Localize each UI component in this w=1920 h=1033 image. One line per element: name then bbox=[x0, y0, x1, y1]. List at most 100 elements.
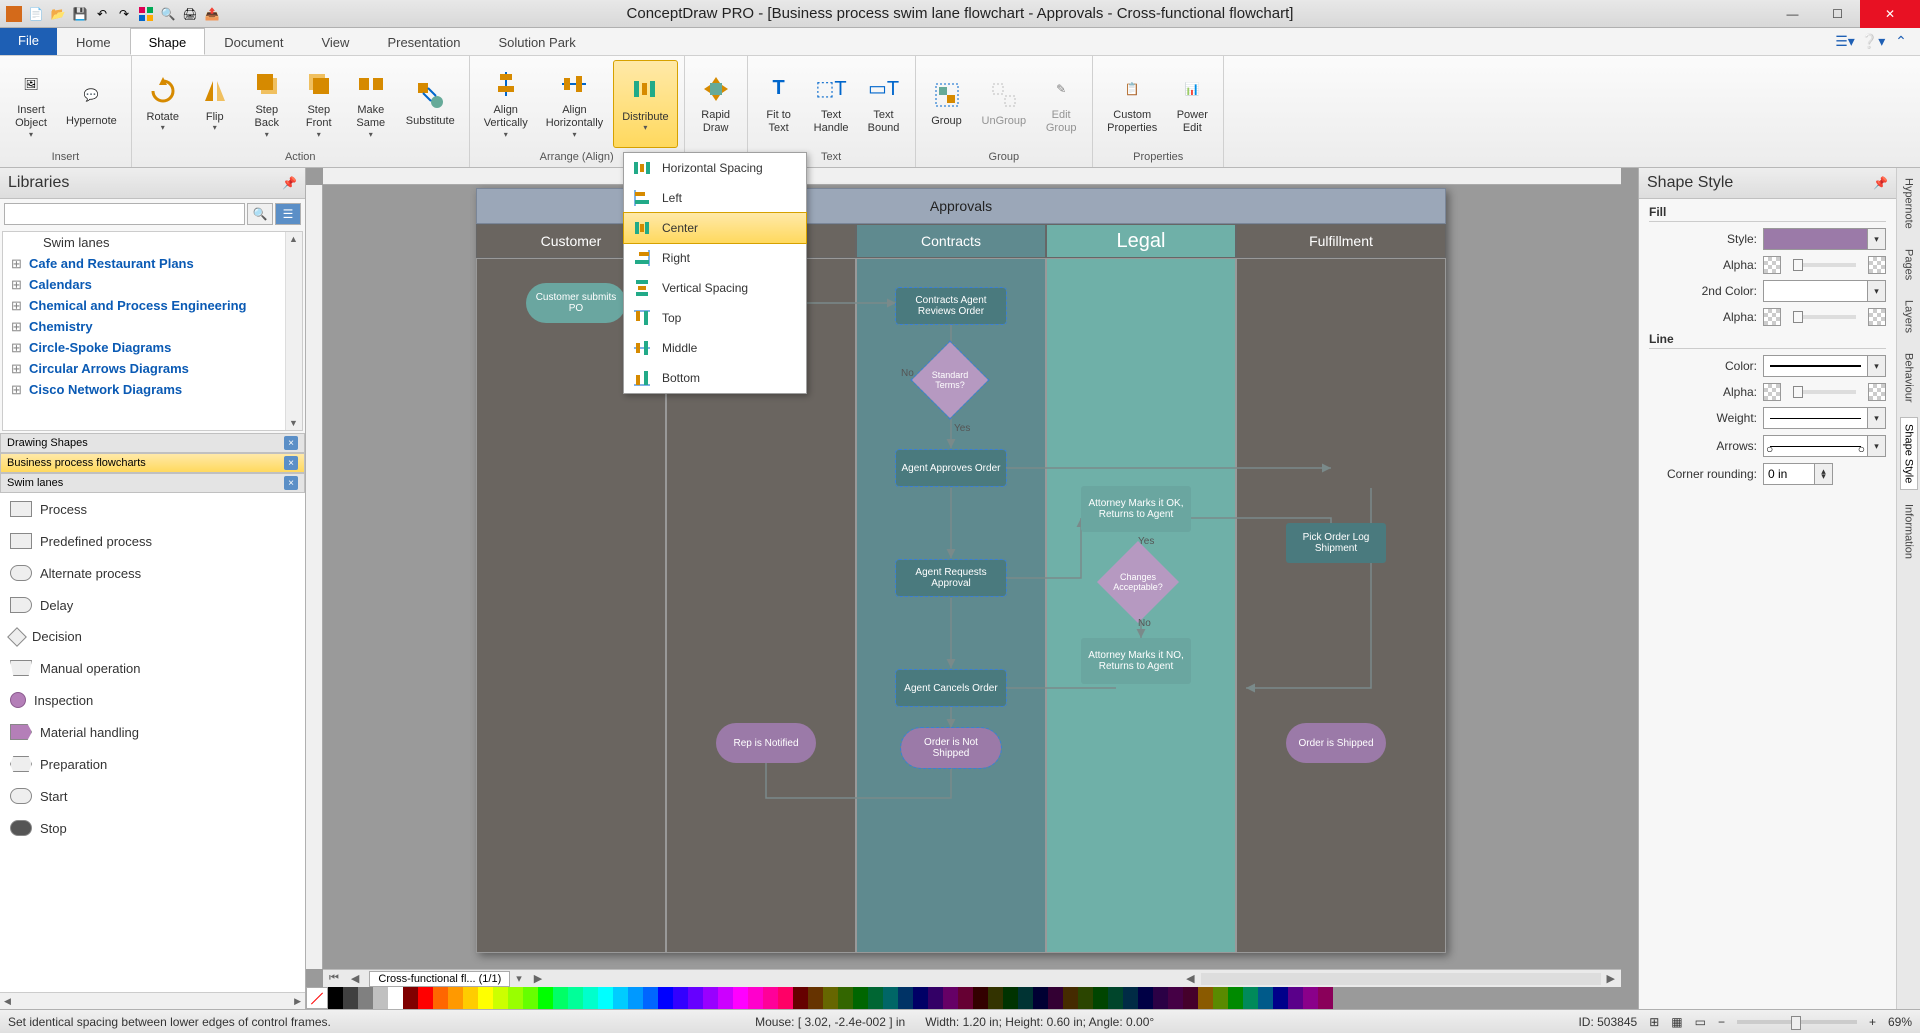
shape-shipped[interactable]: Order is Shipped bbox=[1286, 723, 1386, 763]
color-swatch[interactable] bbox=[838, 987, 853, 1009]
color-swatch[interactable] bbox=[883, 987, 898, 1009]
dd-horizontal-spacing[interactable]: Horizontal Spacing bbox=[624, 153, 806, 183]
shape-rep-notified[interactable]: Rep is Notified bbox=[716, 723, 816, 763]
color-swatch[interactable] bbox=[958, 987, 973, 1009]
dd-center[interactable]: Center bbox=[623, 212, 807, 244]
color-swatch[interactable] bbox=[628, 987, 643, 1009]
rotate-button[interactable]: Rotate▾ bbox=[138, 60, 188, 148]
hscroll-track[interactable] bbox=[1201, 973, 1601, 985]
make-same-button[interactable]: Make Same▾ bbox=[346, 60, 396, 148]
sidetab-layers[interactable]: Layers bbox=[1901, 294, 1917, 339]
section-business-flowcharts[interactable]: Business process flowcharts× bbox=[0, 453, 305, 473]
library-tree[interactable]: Swim lanes Cafe and Restaurant Plans Cal… bbox=[2, 231, 303, 431]
search-icon[interactable]: 🔍 bbox=[247, 203, 273, 225]
arrows-dropdown[interactable]: ○○▾ bbox=[1763, 435, 1886, 457]
align-horizontally-button[interactable]: Align Horizontally▾ bbox=[538, 60, 611, 148]
hscroll-left[interactable]: ◀ bbox=[1180, 972, 1200, 985]
fill-alpha-slider[interactable] bbox=[1793, 263, 1856, 267]
color-swatch[interactable] bbox=[1168, 987, 1183, 1009]
shape-customer-po[interactable]: Customer submits PO bbox=[526, 283, 626, 323]
color-swatch[interactable] bbox=[1018, 987, 1033, 1009]
undo-icon[interactable]: ↶ bbox=[92, 4, 112, 24]
color-swatch[interactable] bbox=[613, 987, 628, 1009]
tab-view[interactable]: View bbox=[302, 28, 368, 55]
power-edit-button[interactable]: 📊Power Edit bbox=[1167, 60, 1217, 148]
tab-dropdown[interactable]: ▾ bbox=[510, 972, 528, 985]
color-swatch[interactable] bbox=[583, 987, 598, 1009]
close-icon[interactable]: × bbox=[284, 436, 298, 450]
export-icon[interactable]: 📤 bbox=[202, 4, 222, 24]
shape-requests[interactable]: Agent Requests Approval bbox=[896, 560, 1006, 596]
dd-bottom[interactable]: Bottom bbox=[624, 363, 806, 393]
page[interactable]: Approvals Customer Sales Contracts Legal… bbox=[476, 188, 1446, 953]
list-view-icon[interactable]: ☰ bbox=[275, 203, 301, 225]
color-swatch[interactable] bbox=[478, 987, 493, 1009]
line-weight-dropdown[interactable]: ▾ bbox=[1763, 407, 1886, 429]
color-swatch[interactable] bbox=[538, 987, 553, 1009]
lane-contracts[interactable]: Contracts bbox=[856, 224, 1046, 258]
sidetab-behaviour[interactable]: Behaviour bbox=[1901, 347, 1917, 409]
shape-delay[interactable]: Delay bbox=[0, 589, 305, 621]
color-swatch[interactable] bbox=[688, 987, 703, 1009]
help-icon[interactable]: ❔▾ bbox=[1864, 33, 1882, 51]
color-swatch[interactable] bbox=[943, 987, 958, 1009]
color-swatch[interactable] bbox=[568, 987, 583, 1009]
group-button[interactable]: Group bbox=[922, 60, 972, 148]
shape-process[interactable]: Process bbox=[0, 493, 305, 525]
color-swatch[interactable] bbox=[733, 987, 748, 1009]
color-swatch[interactable] bbox=[1318, 987, 1333, 1009]
zoom-value[interactable]: 69% bbox=[1888, 1015, 1912, 1029]
color-swatch[interactable] bbox=[343, 987, 358, 1009]
zoom-in-icon[interactable]: + bbox=[1869, 1015, 1876, 1029]
grid-icon[interactable]: ▦ bbox=[1671, 1015, 1682, 1029]
color-swatch[interactable] bbox=[1138, 987, 1153, 1009]
shape-preparation[interactable]: Preparation bbox=[0, 748, 305, 780]
color-swatch[interactable] bbox=[673, 987, 688, 1009]
color-swatch[interactable] bbox=[778, 987, 793, 1009]
color-swatch[interactable] bbox=[988, 987, 1003, 1009]
sidetab-hypernote[interactable]: Hypernote bbox=[1901, 172, 1917, 235]
dd-right[interactable]: Right bbox=[624, 243, 806, 273]
color-swatch[interactable] bbox=[1048, 987, 1063, 1009]
substitute-button[interactable]: Substitute bbox=[398, 60, 463, 148]
color-swatch[interactable] bbox=[643, 987, 658, 1009]
pin-icon[interactable]: 📌 bbox=[1873, 176, 1888, 190]
shape-inspection[interactable]: Inspection bbox=[0, 684, 305, 716]
tab-solution-park[interactable]: Solution Park bbox=[479, 28, 594, 55]
close-icon[interactable]: × bbox=[284, 476, 298, 490]
hscroll-right[interactable]: ▶ bbox=[1601, 972, 1621, 985]
color-swatch[interactable] bbox=[823, 987, 838, 1009]
color-swatch[interactable] bbox=[898, 987, 913, 1009]
color-swatch[interactable] bbox=[1123, 987, 1138, 1009]
color-swatch[interactable] bbox=[703, 987, 718, 1009]
color-swatch[interactable] bbox=[463, 987, 478, 1009]
panel-hscroll[interactable] bbox=[0, 992, 305, 1009]
step-back-button[interactable]: Step Back▾ bbox=[242, 60, 292, 148]
shape-manual-operation[interactable]: Manual operation bbox=[0, 652, 305, 684]
tab-document[interactable]: Document bbox=[205, 28, 302, 55]
save-icon[interactable]: 💾 bbox=[70, 4, 90, 24]
color-swatch[interactable] bbox=[853, 987, 868, 1009]
alpha-swatch[interactable] bbox=[1763, 256, 1781, 274]
insert-object-button[interactable]: 🖼Insert Object▾ bbox=[6, 60, 56, 148]
edit-group-button[interactable]: ✎Edit Group bbox=[1036, 60, 1086, 148]
color-swatch[interactable] bbox=[1273, 987, 1288, 1009]
line-color-dropdown[interactable]: ▾ bbox=[1763, 355, 1886, 377]
tree-scrollbar[interactable] bbox=[285, 232, 302, 430]
color-swatch[interactable] bbox=[358, 987, 373, 1009]
minimize-button[interactable]: — bbox=[1770, 0, 1815, 28]
sidetab-shape-style[interactable]: Shape Style bbox=[1900, 417, 1918, 490]
snap-icon[interactable]: ⊞ bbox=[1649, 1015, 1659, 1029]
color-swatch[interactable] bbox=[658, 987, 673, 1009]
close-button[interactable]: ✕ bbox=[1860, 0, 1920, 28]
line-alpha-slider[interactable] bbox=[1793, 390, 1856, 394]
lane-legal[interactable]: Legal bbox=[1046, 224, 1236, 258]
color2-alpha-slider[interactable] bbox=[1793, 315, 1856, 319]
collapse-ribbon-icon[interactable]: ⌃ bbox=[1892, 33, 1910, 51]
color-swatch[interactable] bbox=[598, 987, 613, 1009]
color-swatch[interactable] bbox=[553, 987, 568, 1009]
color-swatch[interactable] bbox=[1258, 987, 1273, 1009]
color-swatch[interactable] bbox=[913, 987, 928, 1009]
shape-decision[interactable]: Decision bbox=[0, 621, 305, 652]
fit-to-text-button[interactable]: TFit to Text bbox=[754, 60, 804, 148]
